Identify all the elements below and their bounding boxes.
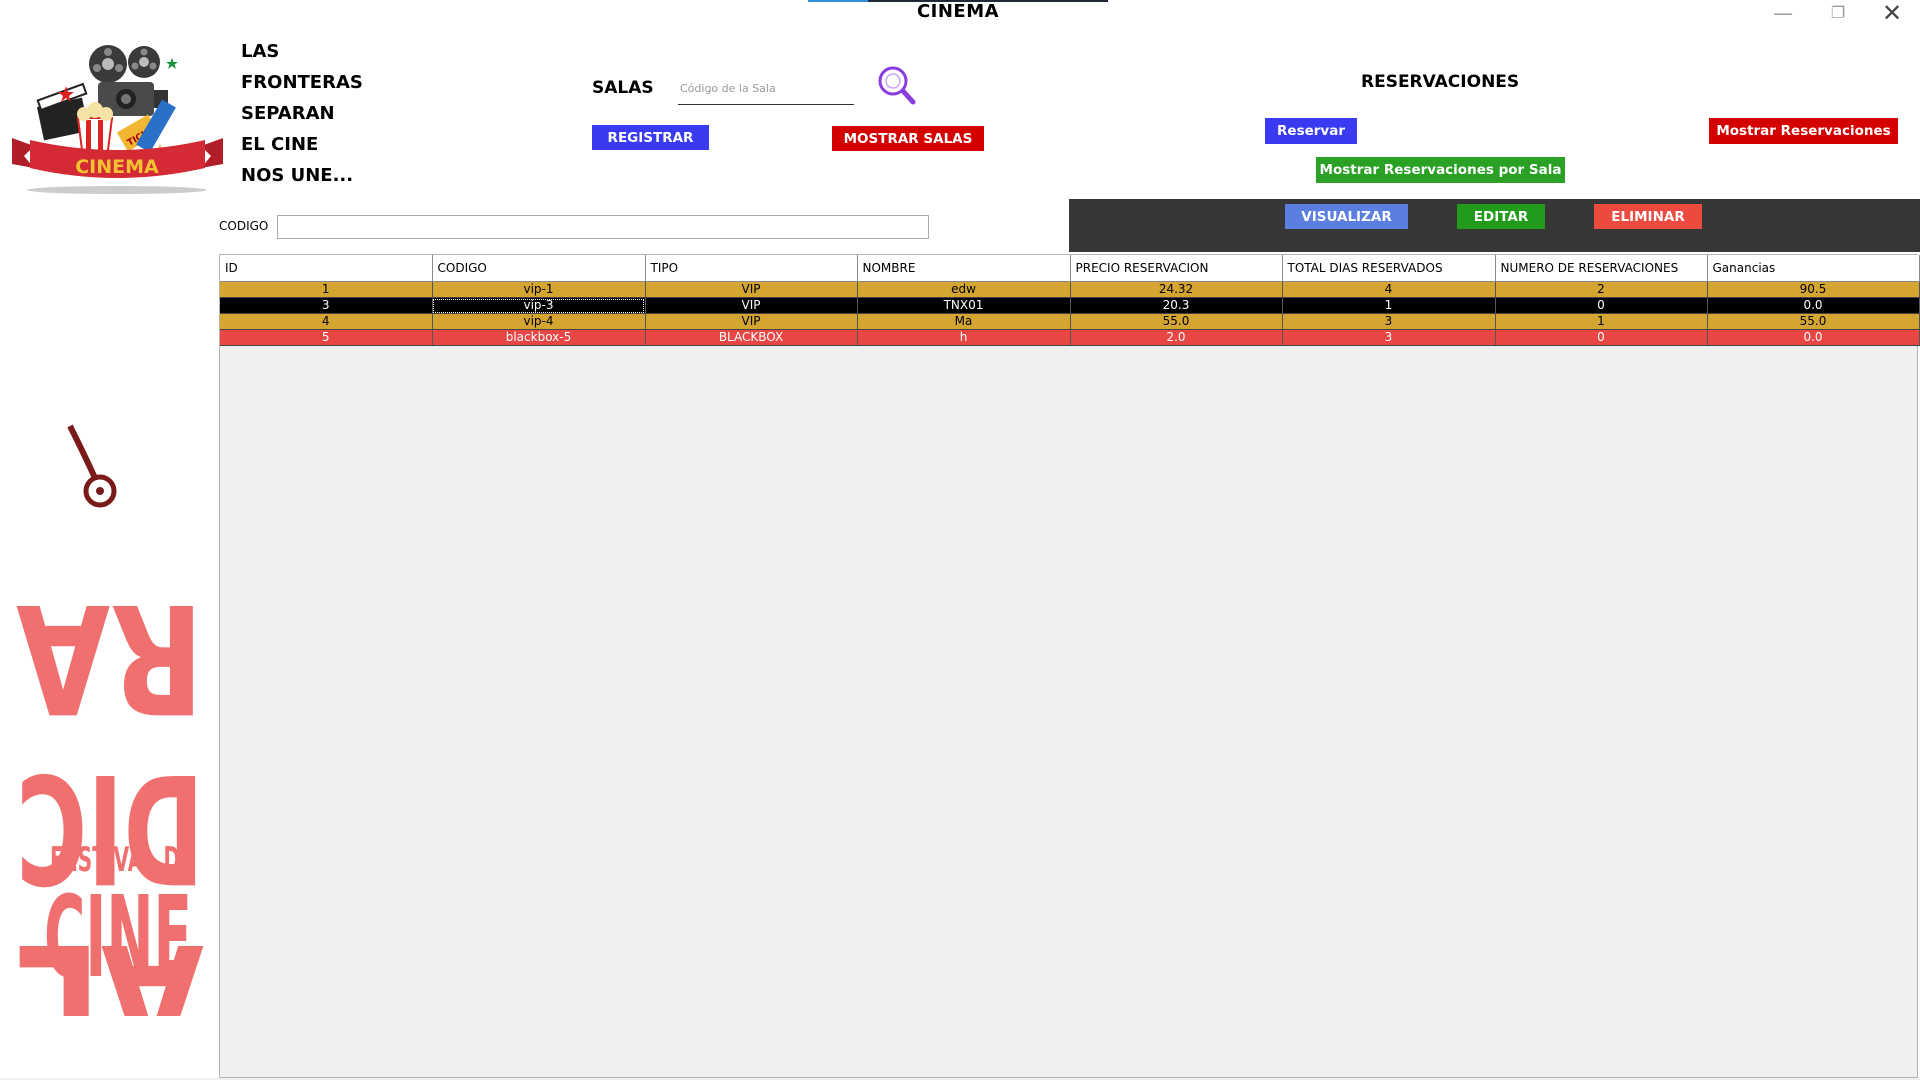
table-cell[interactable]: 20.3 <box>1070 297 1283 314</box>
table-cell[interactable]: 24.32 <box>1070 281 1283 298</box>
table-cell[interactable]: 0 <box>1495 329 1708 346</box>
table-cell[interactable]: VIP <box>645 313 858 330</box>
table-cell[interactable]: 1 <box>1495 313 1708 330</box>
close-button[interactable]: ✕ <box>1877 0 1907 26</box>
table-cell[interactable]: VIP <box>645 281 858 298</box>
column-header-tipo[interactable]: TIPO <box>645 255 858 282</box>
table-cell[interactable]: h <box>857 329 1071 346</box>
poster-subtitle-cine: CINE <box>44 873 192 1003</box>
reservaciones-label: RESERVACIONES <box>1361 72 1520 92</box>
show-reservations-by-room-button[interactable]: Mostrar Reservaciones por Sala <box>1316 157 1565 183</box>
poster-title-line: RA <box>16 570 204 744</box>
table-cell[interactable]: 3 <box>1282 329 1496 346</box>
slogan-line: NOS UNE... <box>241 165 354 186</box>
table-cell[interactable]: edw <box>857 281 1071 298</box>
codigo-filter-label: CODIGO <box>219 219 269 233</box>
rooms-table[interactable]: ID CODIGO TIPO NOMBRE PRECIO RESERVACION… <box>219 254 1920 1078</box>
register-button[interactable]: REGISTRAR <box>592 125 709 150</box>
table-cell[interactable]: 1 <box>220 281 433 298</box>
table-cell[interactable]: vip-4 <box>432 313 646 330</box>
window-title: CINEMA <box>916 1 1000 22</box>
column-header-codigo[interactable]: CODIGO <box>432 255 646 282</box>
table-cell[interactable]: 4 <box>220 313 433 330</box>
table-cell[interactable]: TNX01 <box>857 297 1071 314</box>
table-cell[interactable]: 4 <box>1282 281 1496 298</box>
column-header-numero-reservaciones[interactable]: NUMERO DE RESERVACIONES <box>1495 255 1708 282</box>
salas-label: SALAS <box>592 78 654 98</box>
codigo-filter-input[interactable] <box>277 215 929 239</box>
title-bar: CINEMA — ❐ ✕ <box>0 0 1920 34</box>
table-row-selected[interactable]: 3 vip-3 VIP TNX01 20.3 1 0 0.0 <box>220 297 1920 314</box>
slogan-line: EL CINE <box>241 134 319 155</box>
table-cell[interactable]: VIP <box>645 297 858 314</box>
logo-text: CINEMA <box>75 156 159 178</box>
table-row[interactable]: 1 vip-1 VIP edw 24.32 4 2 90.5 <box>220 281 1920 298</box>
view-button[interactable]: VISUALIZAR <box>1285 204 1408 229</box>
table-cell[interactable]: Ma <box>857 313 1071 330</box>
table-cell[interactable]: 1 <box>1282 297 1496 314</box>
festival-poster: AL DIC RA FESTIVAL DE CINE <box>16 424 204 1016</box>
slogan-line: SEPARAN <box>241 103 335 124</box>
table-cell[interactable]: 0.0 <box>1707 329 1920 346</box>
table-cell[interactable]: 0 <box>1495 297 1708 314</box>
maximize-button[interactable]: ❐ <box>1823 0 1853 26</box>
edit-button[interactable]: EDITAR <box>1457 204 1545 229</box>
show-reservations-button[interactable]: Mostrar Reservaciones <box>1709 118 1898 144</box>
table-cell[interactable]: 3 <box>1282 313 1496 330</box>
table-cell[interactable]: 5 <box>220 329 433 346</box>
slogan-line: FRONTERAS <box>241 72 363 93</box>
table-cell[interactable]: 3 <box>220 297 433 314</box>
magnifier-icon[interactable] <box>876 64 918 108</box>
table-row[interactable]: 5 blackbox-5 BLACKBOX h 2.0 3 0 0.0 <box>220 329 1920 346</box>
delete-button[interactable]: ELIMINAR <box>1594 204 1702 229</box>
minimize-button[interactable]: — <box>1768 0 1798 26</box>
table-cell[interactable]: 2 <box>1495 281 1708 298</box>
column-header-ganancias[interactable]: Ganancias <box>1707 255 1920 282</box>
table-cell-focused[interactable]: vip-3 <box>432 297 646 314</box>
table-cell[interactable]: blackbox-5 <box>432 329 646 346</box>
column-header-precio[interactable]: PRECIO RESERVACION <box>1070 255 1283 282</box>
table-cell[interactable]: 0.0 <box>1707 297 1920 314</box>
table-cell[interactable]: 55.0 <box>1707 313 1920 330</box>
sala-code-search-input[interactable] <box>678 72 854 105</box>
table-cell[interactable]: 2.0 <box>1070 329 1283 346</box>
slogan: LAS FRONTERAS SEPARAN EL CINE NOS UNE... <box>241 36 363 191</box>
table-header-row: ID CODIGO TIPO NOMBRE PRECIO RESERVACION… <box>220 255 1920 282</box>
column-header-nombre[interactable]: NOMBRE <box>857 255 1071 282</box>
cinema-logo: TICKET CINEMA <box>12 45 223 194</box>
column-header-total-dias[interactable]: TOTAL DIAS RESERVADOS <box>1282 255 1496 282</box>
table-cell[interactable]: 90.5 <box>1707 281 1920 298</box>
reserve-button[interactable]: Reservar <box>1265 118 1357 144</box>
table-row[interactable]: 4 vip-4 VIP Ma 55.0 3 1 55.0 <box>220 313 1920 330</box>
table-cell[interactable]: 55.0 <box>1070 313 1283 330</box>
table-cell[interactable]: vip-1 <box>432 281 646 298</box>
column-header-id[interactable]: ID <box>220 255 433 282</box>
show-rooms-button[interactable]: MOSTRAR SALAS <box>832 126 984 151</box>
table-cell[interactable]: BLACKBOX <box>645 329 858 346</box>
slogan-line: LAS <box>241 41 280 62</box>
